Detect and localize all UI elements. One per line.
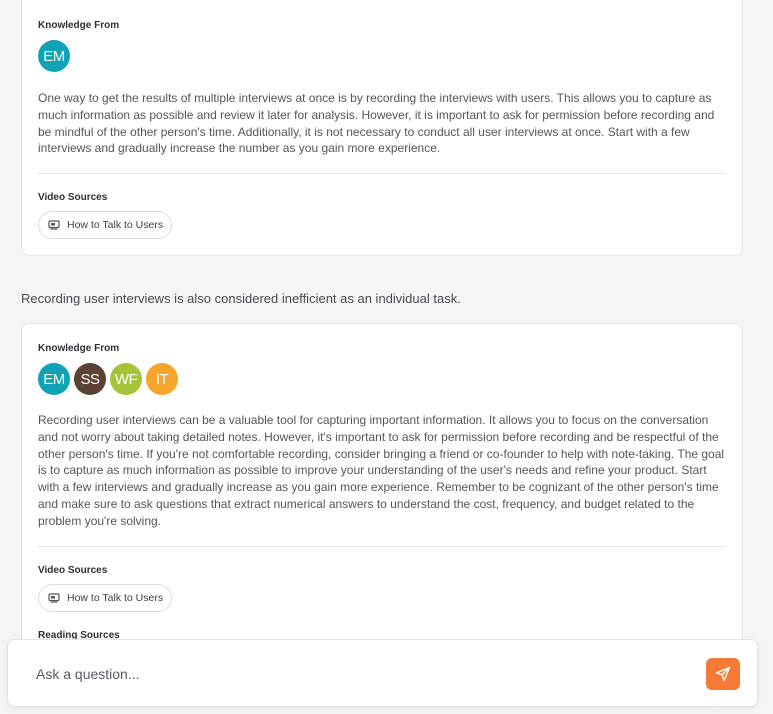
video-source-label: How to Talk to Users	[67, 592, 164, 604]
answer-text: One way to get the results of multiple i…	[38, 91, 715, 156]
answer-card-1: Knowledge From EM One way to get the res…	[21, 0, 743, 256]
knowledge-from-label: Knowledge From	[38, 20, 120, 31]
avatar-wf[interactable]: WF	[110, 363, 142, 395]
send-button[interactable]	[706, 658, 740, 690]
ask-bar	[7, 639, 758, 707]
avatar-em[interactable]: EM	[38, 40, 70, 72]
video-screen-icon	[48, 593, 60, 603]
video-sources-label: Video Sources	[38, 565, 108, 576]
response-text: Recording user interviews is also consid…	[21, 291, 461, 306]
avatar-em[interactable]: EM	[38, 363, 70, 395]
knowledge-avatars: EM SS WF IT	[38, 363, 178, 395]
avatar-it[interactable]: IT	[146, 363, 178, 395]
video-sources-label: Video Sources	[38, 192, 108, 203]
send-plane-icon	[715, 666, 731, 682]
answer-text: Recording user interviews can be a valua…	[38, 413, 725, 528]
answer-card-2: Knowledge From EM SS WF IT Recording use…	[21, 323, 743, 653]
avatar-ss[interactable]: SS	[74, 363, 106, 395]
knowledge-avatars: EM	[38, 40, 70, 72]
video-source-label: How to Talk to Users	[67, 219, 164, 231]
knowledge-from-label: Knowledge From	[38, 343, 120, 354]
video-screen-icon	[48, 220, 60, 230]
divider	[38, 173, 726, 174]
video-source-chip[interactable]: How to Talk to Users	[38, 584, 173, 612]
video-source-chip[interactable]: How to Talk to Users	[38, 211, 173, 239]
divider	[38, 546, 726, 547]
ask-question-input[interactable]	[24, 660, 688, 688]
